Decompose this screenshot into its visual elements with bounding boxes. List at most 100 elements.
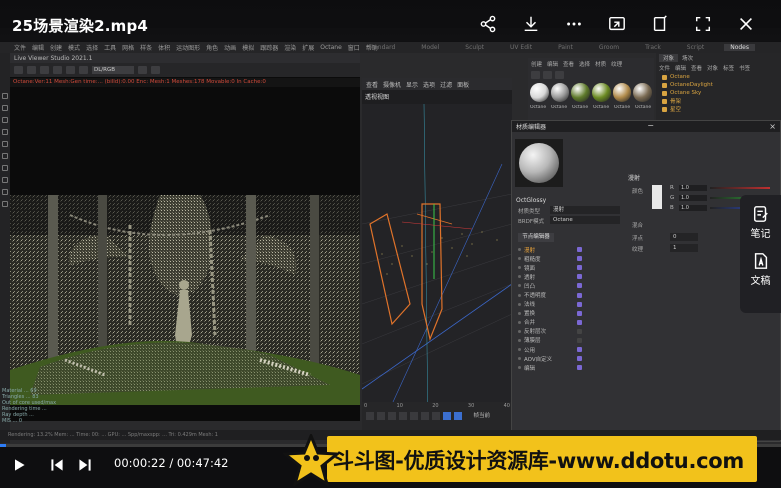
channel-checkbox[interactable] [577, 356, 582, 362]
channel-checkbox[interactable] [577, 365, 582, 371]
document-button[interactable]: 文稿 [751, 252, 771, 287]
search-icon[interactable] [555, 71, 564, 79]
next-frame-icon[interactable] [410, 412, 418, 420]
material-menu-item[interactable]: 查看 [563, 60, 574, 68]
layout-tab[interactable]: Paint [552, 44, 579, 51]
3d-viewport[interactable]: 查看 摄像机 显示 选项 过滤 面板 透视视图 [362, 78, 512, 426]
material-menu-item[interactable]: 创建 [531, 60, 542, 68]
channel-value-field[interactable]: 1.0 [679, 204, 707, 211]
channel-checkbox[interactable] [577, 274, 582, 280]
object-menu-item[interactable]: 对象 [707, 64, 718, 72]
color-swatch[interactable] [652, 185, 662, 209]
auto-key-icon[interactable] [454, 412, 462, 420]
material-swatch[interactable] [633, 83, 653, 102]
layout-tab[interactable]: Standard [362, 44, 401, 51]
goto-end-icon[interactable] [432, 412, 440, 420]
record-key-icon[interactable] [443, 412, 451, 420]
channel-value-field[interactable]: 1.0 [679, 194, 707, 201]
layout-tab[interactable]: Groom [593, 44, 625, 51]
layout-tab[interactable]: Nodes [724, 43, 755, 51]
menu-item[interactable]: 动画 [224, 43, 236, 52]
render-start-icon[interactable] [14, 66, 23, 74]
material-menu-item[interactable]: 选择 [579, 60, 590, 68]
menu-item[interactable]: 扩展 [302, 43, 314, 52]
channel-row[interactable]: 凹凸 [518, 281, 582, 290]
maximize-icon[interactable] [681, 12, 724, 36]
tab-objects[interactable]: 对象 [659, 54, 679, 62]
menu-item[interactable]: 创建 [50, 43, 62, 52]
layout-tab[interactable]: Track [639, 44, 667, 51]
menu-item[interactable]: 文件 [14, 43, 26, 52]
channel-checkbox[interactable] [577, 310, 582, 316]
channel-checkbox[interactable] [577, 247, 582, 253]
material-swatch[interactable] [592, 83, 611, 102]
menu-item[interactable]: 选择 [86, 43, 98, 52]
node-editor-button[interactable]: 节点编辑器 [518, 233, 554, 242]
menu-item[interactable]: 跟踪器 [260, 43, 278, 52]
object-row[interactable]: 骨架 [656, 97, 781, 105]
channel-row[interactable]: 法线 [518, 300, 582, 309]
material-menu-item[interactable]: 纹理 [611, 60, 622, 68]
material-swatch[interactable] [571, 83, 591, 102]
material-swatch[interactable] [550, 83, 570, 102]
channel-checkbox[interactable] [577, 319, 582, 325]
channel-row[interactable]: 透射 [518, 272, 582, 281]
menu-item[interactable]: 模拟 [242, 43, 254, 52]
channel-checkbox[interactable] [577, 292, 582, 298]
menu-item[interactable]: 体积 [158, 43, 170, 52]
menu-item[interactable]: 工具 [104, 43, 116, 52]
texture-field[interactable]: 1 [670, 244, 698, 252]
object-row[interactable]: 星空 [656, 105, 781, 113]
channel-row[interactable]: 置换 [518, 309, 582, 318]
previous-button[interactable] [48, 456, 66, 474]
filter-icon[interactable] [543, 71, 552, 79]
layout-tab[interactable]: Model [415, 44, 445, 51]
notes-button[interactable]: 笔记 [751, 205, 771, 240]
pick-focus-icon[interactable] [79, 66, 88, 74]
viewport-menu-item[interactable]: 过滤 [440, 80, 452, 89]
polygon-mode-icon[interactable] [2, 141, 8, 147]
snap-icon[interactable] [2, 201, 8, 207]
channel-checkbox[interactable] [577, 256, 582, 262]
channel-slider[interactable] [710, 186, 770, 189]
material-type-select[interactable]: 漫射 [550, 206, 620, 214]
channel-checkbox[interactable] [577, 337, 582, 343]
menu-item[interactable]: 样条 [140, 43, 152, 52]
minimize-icon[interactable]: − [647, 121, 654, 130]
object-row[interactable]: OctaneDaylight [656, 81, 781, 89]
layout-tab[interactable]: UV Edit [504, 44, 538, 51]
brdf-select[interactable]: Octane [550, 216, 620, 224]
object-menu-item[interactable]: 查看 [691, 64, 702, 72]
move-tool-icon[interactable] [2, 93, 8, 99]
select-tool-icon[interactable] [2, 129, 8, 135]
channel-checkbox[interactable] [577, 328, 582, 334]
channel-row[interactable]: 粗糙度 [518, 254, 582, 263]
channel-row[interactable]: 镜面 [518, 263, 582, 272]
material-swatch[interactable] [530, 83, 549, 102]
more-icon[interactable] [552, 12, 595, 36]
channel-row[interactable]: 合并 [518, 318, 582, 327]
viewport-menu-item[interactable]: 查看 [366, 80, 378, 89]
material-menu-item[interactable]: 材质 [595, 60, 606, 68]
channel-row[interactable]: AOV自定义 [518, 354, 582, 363]
menu-item[interactable]: 运动图形 [176, 43, 200, 52]
next-button[interactable] [76, 456, 94, 474]
picture-in-picture-icon[interactable] [595, 12, 638, 36]
share-icon[interactable] [466, 12, 509, 36]
new-material-icon[interactable] [531, 71, 540, 79]
close-icon[interactable]: × [769, 122, 776, 131]
edge-mode-icon[interactable] [2, 153, 8, 159]
channel-checkbox[interactable] [577, 283, 582, 289]
channel-row[interactable]: 编辑 [518, 363, 582, 372]
channel-checkbox[interactable] [577, 265, 582, 271]
object-menu-item[interactable]: 书签 [739, 64, 750, 72]
object-menu-item[interactable]: 标签 [723, 64, 734, 72]
render-pause-icon[interactable] [40, 66, 49, 74]
viewport-menu-item[interactable]: 摄像机 [383, 80, 401, 89]
close-video-icon[interactable] [724, 12, 767, 36]
menu-item[interactable]: 编辑 [32, 43, 44, 52]
float-field[interactable]: 0 [670, 233, 698, 241]
viewport-menu-item[interactable]: 选项 [423, 80, 435, 89]
channel-row[interactable]: 漫射 [518, 245, 582, 254]
point-mode-icon[interactable] [2, 165, 8, 171]
